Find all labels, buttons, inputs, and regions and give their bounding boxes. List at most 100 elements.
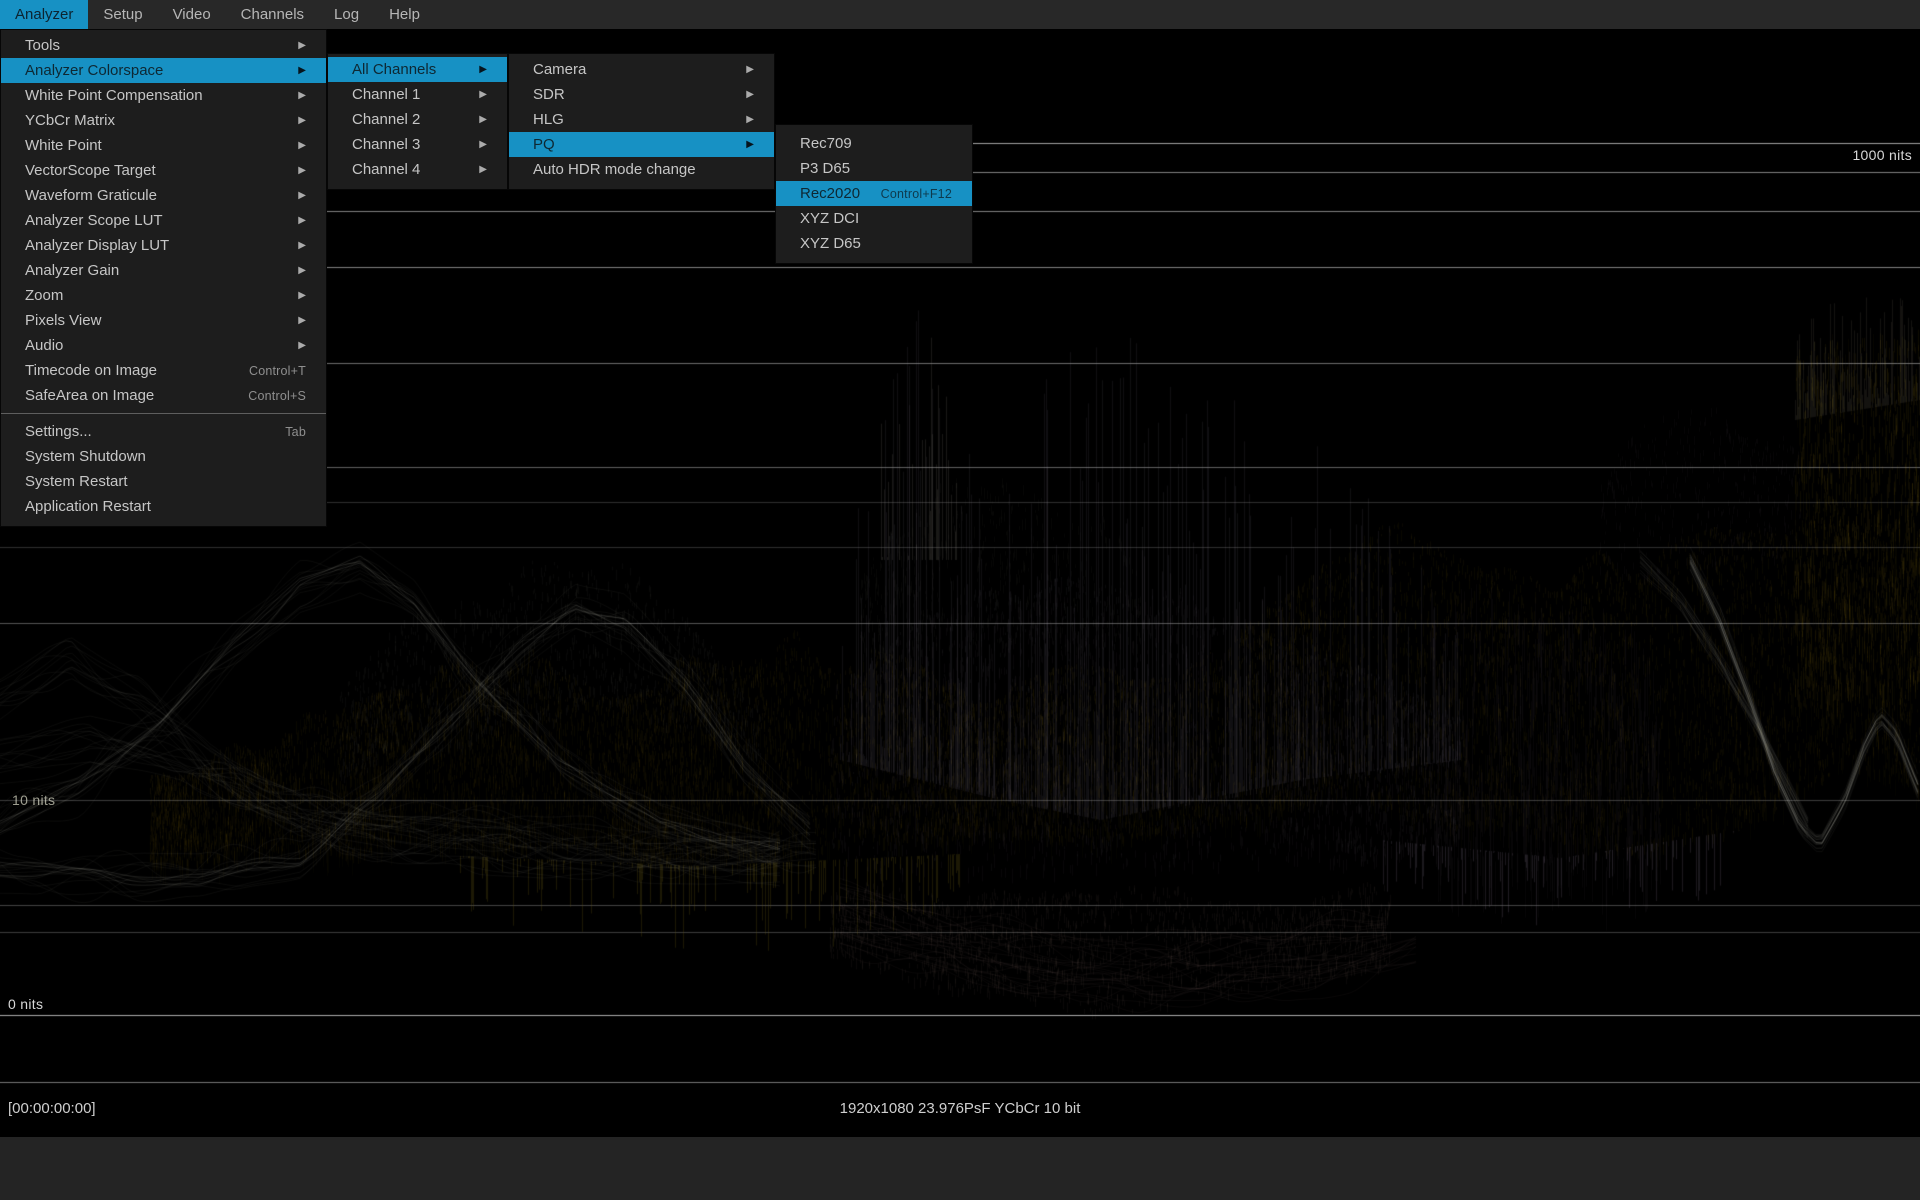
menu-item-waveform-graticule[interactable]: Waveform Graticule ▶ [1, 183, 326, 208]
submenu-arrow-icon: ▶ [292, 291, 306, 301]
submenu-arrow-icon: ▶ [292, 91, 306, 101]
menubar-item-setup[interactable]: Setup [88, 0, 157, 29]
menu-item-label: Channel 1 [352, 86, 420, 103]
menu-item-channel-4[interactable]: Channel 4 ▶ [328, 157, 507, 182]
channel-submenu-panel: All Channels▶Channel 1▶Channel 2▶Channel… [327, 53, 508, 190]
submenu-arrow-icon: ▶ [292, 216, 306, 226]
menubar-item-video[interactable]: Video [158, 0, 226, 29]
menu-item-label: Pixels View [25, 312, 101, 329]
menubar-item-log[interactable]: Log [319, 0, 374, 29]
menu-item-label: Audio [25, 337, 63, 354]
menu-bar: AnalyzerSetupVideoChannelsLogHelp [0, 0, 1920, 29]
status-bar: [00:00:00:00] 1920x1080 23.976PsF YCbCr … [0, 1090, 1920, 1126]
submenu-arrow-icon: ▶ [292, 66, 306, 76]
menu-item-label: SDR [533, 86, 565, 103]
submenu-arrow-icon: ▶ [292, 341, 306, 351]
menu-item-label: White Point Compensation [25, 87, 203, 104]
menu-item-label: Channel 2 [352, 111, 420, 128]
menu-item-label: White Point [25, 137, 102, 154]
menu-item-system-restart[interactable]: System Restart [1, 469, 326, 494]
submenu-arrow-icon: ▶ [473, 90, 487, 100]
menu-item-analyzer-colorspace[interactable]: Analyzer Colorspace ▶ [1, 58, 326, 83]
menu-item-pq[interactable]: PQ▶ [509, 132, 774, 157]
menu-item-camera[interactable]: Camera ▶ [509, 57, 774, 82]
menu-item-label: Auto HDR mode change [533, 161, 696, 178]
submenu-arrow-icon: ▶ [292, 141, 306, 151]
menu-item-system-shutdown[interactable]: System Shutdown [1, 444, 326, 469]
menu-item-analyzer-scope-lut[interactable]: Analyzer Scope LUT ▶ [1, 208, 326, 233]
menubar-item-analyzer[interactable]: Analyzer [0, 0, 88, 29]
menu-item-label: SafeArea on Image [25, 387, 154, 404]
submenu-arrow-icon: ▶ [473, 140, 487, 150]
submenu-arrow-icon: ▶ [292, 241, 306, 251]
menu-item-channel-3[interactable]: Channel 3▶ [328, 132, 507, 157]
analyzer-app-window: 1000 nits 10 nits 0 nits AnalyzerSetupVi… [0, 0, 1920, 1200]
submenu-arrow-icon: ▶ [292, 266, 306, 276]
menu-item-channel-1[interactable]: Channel 1 ▶ [328, 82, 507, 107]
menu-item-label: VectorScope Target [25, 162, 156, 179]
menu-item-zoom[interactable]: Zoom ▶ [1, 283, 326, 308]
menu-item-tools[interactable]: Tools ▶ [1, 33, 326, 58]
menu-item-rec709[interactable]: Rec709 [776, 131, 972, 156]
menu-item-label: Tools [25, 37, 60, 54]
menu-item-hlg[interactable]: HLG ▶ [509, 107, 774, 132]
menu-item-label: Channel 4 [352, 161, 420, 178]
submenu-arrow-icon: ▶ [740, 115, 754, 125]
menu-item-settings[interactable]: Settings...Tab [1, 419, 326, 444]
video-format-display: 1920x1080 23.976PsF YCbCr 10 bit [0, 1100, 1920, 1117]
menu-item-label: Analyzer Scope LUT [25, 212, 163, 229]
submenu-arrow-icon: ▶ [740, 90, 754, 100]
menu-item-label: HLG [533, 111, 564, 128]
menu-item-auto-hdr-mode-change[interactable]: Auto HDR mode change [509, 157, 774, 182]
menu-item-label: P3 D65 [800, 160, 850, 177]
menu-item-label: Application Restart [25, 498, 151, 515]
menu-item-pixels-view[interactable]: Pixels View ▶ [1, 308, 326, 333]
submenu-arrow-icon: ▶ [292, 316, 306, 326]
colorspace-submenu-panel: Rec709 P3 D65 Rec2020 Control+F12 XYZ DCI XYZ… [775, 124, 973, 264]
shortcut-label: Control+F12 [881, 187, 952, 201]
menu-item-label: Rec709 [800, 135, 852, 152]
menu-item-label: Zoom [25, 287, 63, 304]
menu-item-xyz-d65[interactable]: XYZ D65 [776, 231, 972, 256]
menu-item-analyzer-gain[interactable]: Analyzer Gain ▶ [1, 258, 326, 283]
menu-item-label: System Shutdown [25, 448, 146, 465]
menu-item-ycbcr-matrix[interactable]: YCbCr Matrix▶ [1, 108, 326, 133]
menu-item-sdr[interactable]: SDR ▶ [509, 82, 774, 107]
menu-item-xyz-dci[interactable]: XYZ DCI [776, 206, 972, 231]
footer-strip [0, 1137, 1920, 1200]
menu-item-timecode-on-image[interactable]: Timecode on ImageControl+T [1, 358, 326, 383]
submenu-arrow-icon: ▶ [292, 166, 306, 176]
menubar-item-help[interactable]: Help [374, 0, 435, 29]
menu-item-label: All Channels [352, 61, 436, 78]
menu-item-label: Timecode on Image [25, 362, 157, 379]
menu-item-safearea-on-image[interactable]: SafeArea on ImageControl+S [1, 383, 326, 408]
menu-separator [1, 413, 326, 414]
menu-item-vectorscope-target[interactable]: VectorScope Target ▶ [1, 158, 326, 183]
menu-item-audio[interactable]: Audio ▶ [1, 333, 326, 358]
menu-item-analyzer-display-lut[interactable]: Analyzer Display LUT▶ [1, 233, 326, 258]
menu-item-label: Settings... [25, 423, 92, 440]
submenu-arrow-icon: ▶ [740, 140, 754, 150]
menu-item-rec2020[interactable]: Rec2020 Control+F12 [776, 181, 972, 206]
menu-item-white-point-compensation[interactable]: White Point Compensation ▶ [1, 83, 326, 108]
menu-item-label: Analyzer Gain [25, 262, 119, 279]
submenu-arrow-icon: ▶ [473, 165, 487, 175]
submenu-arrow-icon: ▶ [473, 65, 487, 75]
menu-item-label: Rec2020 [800, 185, 860, 202]
menu-item-channel-2[interactable]: Channel 2 ▶ [328, 107, 507, 132]
menu-item-application-restart[interactable]: Application Restart [1, 494, 326, 519]
submenu-arrow-icon: ▶ [473, 115, 487, 125]
menu-item-label: XYZ D65 [800, 235, 861, 252]
submenu-arrow-icon: ▶ [740, 65, 754, 75]
menu-item-white-point[interactable]: White Point ▶ [1, 133, 326, 158]
submenu-arrow-icon: ▶ [292, 41, 306, 51]
submenu-arrow-icon: ▶ [292, 191, 306, 201]
menu-item-label: Camera [533, 61, 586, 78]
menubar-item-channels[interactable]: Channels [226, 0, 319, 29]
menu-item-label: XYZ DCI [800, 210, 859, 227]
analyzer-menu-panel: Tools▶Analyzer Colorspace▶White Point Co… [0, 29, 327, 527]
menu-item-p3-d65[interactable]: P3 D65 [776, 156, 972, 181]
menu-item-label: Analyzer Colorspace [25, 62, 163, 79]
menu-item-all-channels[interactable]: All Channels ▶ [328, 57, 507, 82]
menu-item-label: Waveform Graticule [25, 187, 157, 204]
